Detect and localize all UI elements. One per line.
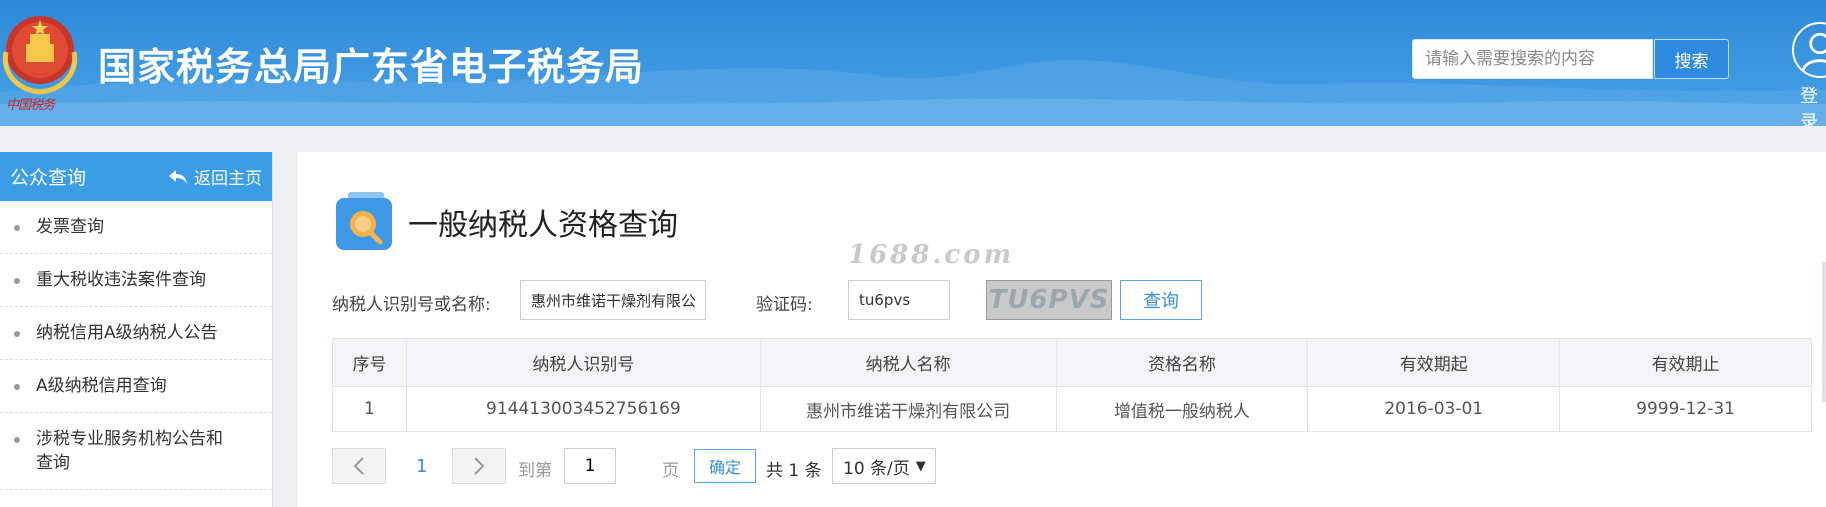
table-cell: 2016-03-01 (1307, 386, 1561, 432)
taxpayer-label: 纳税人识别号或名称: (332, 295, 491, 315)
watermark: 1688.com (848, 240, 1015, 270)
search-document-icon (336, 192, 392, 250)
column-header: 纳税人名称 (759, 338, 1057, 387)
chevron-left-icon (353, 457, 364, 475)
table-cell: 914413003452756169 (405, 386, 761, 432)
sidebar-item-tax-violation-cases[interactable]: 重大税收违法案件查询 (0, 254, 272, 307)
sidebar-item-label: 重大税收违法案件查询 (36, 270, 206, 290)
column-header: 资格名称 (1055, 338, 1309, 387)
goto-label: 到第 (518, 461, 552, 481)
search-button[interactable]: 搜索 (1654, 39, 1729, 79)
query-form: 纳税人识别号或名称: 验证码: TU6PVS 查询 (332, 280, 1232, 320)
table-cell: 惠州市维诺干燥剂有限公司 (759, 386, 1057, 432)
bullet-dot-icon (14, 437, 20, 443)
column-header: 序号 (332, 338, 407, 387)
page-size-select[interactable]: 10 条/页 ▼ (832, 448, 936, 484)
sidebar-item-label: A级纳税信用查询 (36, 376, 167, 396)
site-title: 国家税务总局广东省电子税务局 (98, 45, 645, 89)
sidebar-item-label: 发票查询 (36, 217, 104, 237)
column-header: 纳税人识别号 (405, 338, 761, 387)
sidebar-item-label: 纳税信用A级纳税人公告 (36, 323, 218, 343)
table-cell: 增值税一般纳税人 (1055, 386, 1309, 432)
next-page-button[interactable] (452, 448, 506, 484)
page-title: 一般纳税人资格查询 (408, 208, 678, 243)
prev-page-button[interactable] (332, 448, 386, 484)
emblem-caption: 中国税务 (6, 98, 55, 113)
search-input[interactable] (1412, 39, 1653, 79)
bullet-dot-icon (14, 278, 20, 284)
chevron-right-icon (474, 457, 485, 475)
site-header: 中国税务 国家税务总局广东省电子税务局 搜索 登录 (0, 0, 1826, 126)
login-link[interactable]: 登录 (1800, 82, 1826, 126)
back-home-label: 返回主页 (194, 169, 262, 189)
back-home-link[interactable]: 返回主页 (168, 164, 262, 189)
taxpayer-input[interactable] (520, 280, 706, 320)
total-count: 共 1 条 (766, 461, 822, 481)
sidebar: 公众查询 返回主页 发票查询 重大税收违法案件查询 纳税信用A级纳税人公告 A级… (0, 152, 273, 507)
bullet-dot-icon (14, 384, 20, 390)
captcha-label: 验证码: (756, 295, 813, 315)
chevron-down-icon: ▼ (915, 458, 926, 474)
table-row: 1 914413003452756169 惠州市维诺干燥剂有限公司 增值税一般纳… (332, 386, 1812, 432)
captcha-text: TU6PVS (988, 285, 1110, 315)
captcha-image[interactable]: TU6PVS (986, 280, 1112, 320)
return-arrow-icon (169, 169, 187, 184)
goto-page-input[interactable] (564, 448, 616, 484)
table-cell: 1 (332, 386, 407, 432)
sidebar-item-tax-service-agencies[interactable]: 涉税专业服务机构公告和查询 (0, 413, 272, 490)
query-button[interactable]: 查询 (1120, 280, 1202, 320)
goto-confirm-button[interactable]: 确定 (694, 449, 756, 483)
sidebar-header: 公众查询 返回主页 (0, 152, 272, 201)
column-header: 有效期起 (1307, 338, 1561, 387)
captcha-input[interactable] (848, 280, 950, 320)
pagination: 1 到第 页 确定 共 1 条 10 条/页 ▼ (332, 448, 1032, 486)
sidebar-item-invoice-query[interactable]: 发票查询 (0, 201, 272, 254)
sidebar-item-a-credit-announcement[interactable]: 纳税信用A级纳税人公告 (0, 307, 272, 360)
table-header-row: 序号 纳税人识别号 纳税人名称 资格名称 有效期起 有效期止 (332, 338, 1812, 387)
results-table: 序号 纳税人识别号 纳税人名称 资格名称 有效期起 有效期止 1 9144130… (332, 338, 1812, 432)
page-suffix-label: 页 (662, 461, 679, 481)
column-header: 有效期止 (1559, 338, 1812, 387)
main-content: 一般纳税人资格查询 1688.com 纳税人识别号或名称: 验证码: TU6PV… (298, 152, 1826, 507)
table-cell: 9999-12-31 (1559, 386, 1812, 432)
page-size-value: 10 条/页 (843, 458, 910, 479)
bullet-dot-icon (14, 225, 20, 231)
sidebar-item-label: 涉税专业服务机构公告和查询 (36, 429, 223, 473)
sidebar-title: 公众查询 (10, 167, 87, 189)
scrollbar[interactable] (1822, 262, 1826, 402)
page-number-current[interactable]: 1 (416, 456, 427, 477)
bullet-dot-icon (14, 331, 20, 337)
sidebar-item-a-credit-query[interactable]: A级纳税信用查询 (0, 360, 272, 413)
